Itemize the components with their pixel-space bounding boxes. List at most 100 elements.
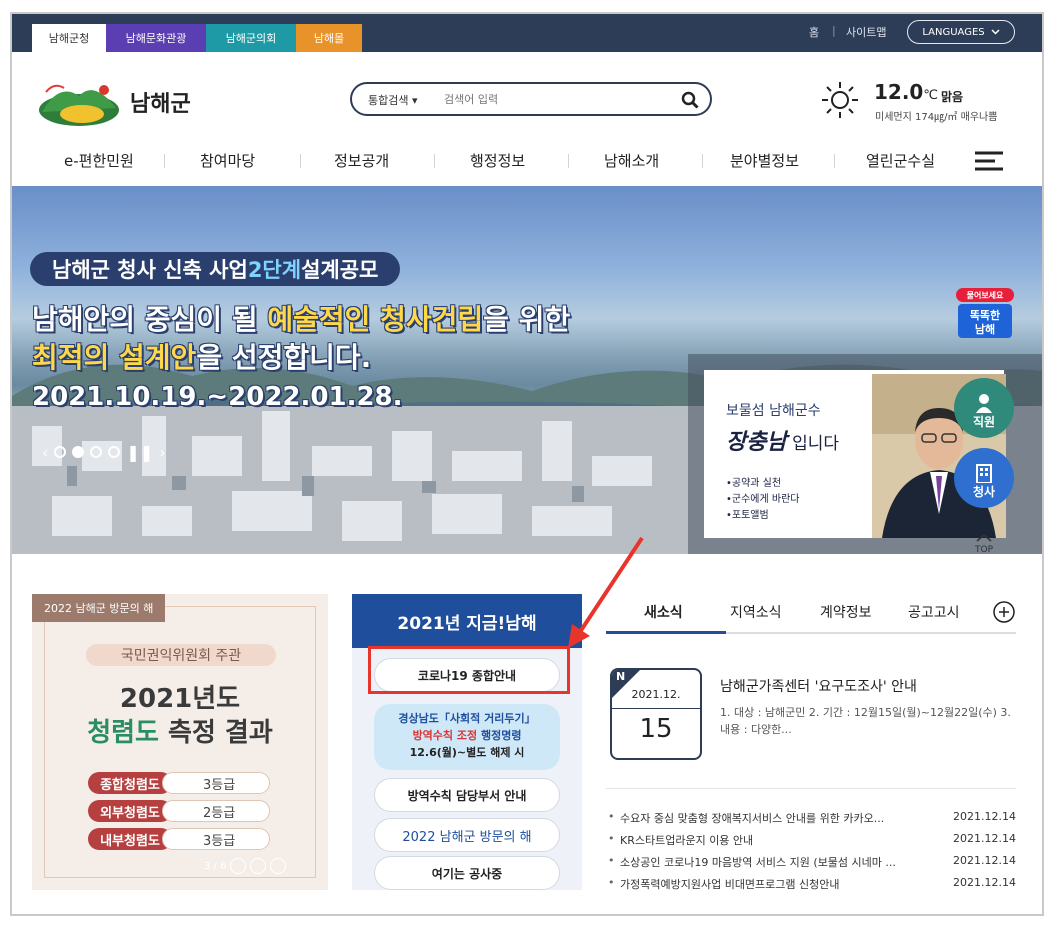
building-icon: [976, 464, 992, 483]
search-box: 통합검색 ▾: [350, 82, 712, 116]
search-scope-select[interactable]: 통합검색 ▾: [368, 92, 418, 108]
slide-dot[interactable]: [54, 446, 67, 458]
slide-dot-active[interactable]: [72, 446, 85, 458]
temperature-unit: ℃: [923, 88, 938, 103]
weather-condition: 맑음: [941, 90, 964, 104]
tab-culture-tourism[interactable]: 남해문화관광: [106, 24, 206, 52]
sitemap-link[interactable]: 사이트맵: [846, 24, 886, 40]
grade-value: 2등급: [162, 800, 270, 822]
visit-year-button[interactable]: 2022 남해군 방문의 해: [374, 818, 560, 852]
now-namhae-title: 2021년 지금!남해: [352, 594, 582, 648]
tab-local-news[interactable]: 지역소식: [730, 602, 782, 622]
prev-icon[interactable]: [250, 858, 267, 874]
featured-year-month: 2021.12.: [631, 688, 681, 701]
list-item[interactable]: • 수요자 중심 맞춤형 장애복지서비스 안내를 위한 카카오... 2021.…: [606, 810, 1016, 828]
grade-name: 외부청렴도: [88, 800, 172, 822]
ask-chatbot-badge[interactable]: 물어보세요 똑똑한 남해: [954, 286, 1016, 340]
banner-title: 청렴도 측정 결과: [32, 712, 328, 749]
link-photo-album[interactable]: •포토앨범: [726, 506, 769, 521]
news-date: 2021.12.14: [953, 810, 1016, 823]
next-arrow-icon[interactable]: ›: [159, 443, 165, 462]
tab-notices[interactable]: 공고고시: [908, 602, 960, 622]
home-link[interactable]: 홈: [809, 24, 819, 40]
nav-field-info[interactable]: 분야별정보: [730, 150, 799, 171]
grade-row: 내부청렴도 3등급: [88, 828, 270, 850]
nav-admin-info[interactable]: 행정정보: [470, 150, 525, 171]
scroll-top-label: TOP: [974, 545, 993, 554]
staff-button[interactable]: 직원: [954, 378, 1014, 438]
languages-dropdown[interactable]: LANGUAGES: [907, 20, 1015, 44]
pause-icon[interactable]: ❚❚: [126, 443, 153, 462]
nav-participation[interactable]: 참여마당: [200, 150, 255, 171]
scroll-top-button[interactable]: TOP: [967, 534, 1001, 554]
link-suggestions[interactable]: •군수에게 바란다: [726, 490, 799, 505]
nav-divider: [834, 154, 835, 168]
chevron-up-icon: [976, 534, 992, 542]
sun-icon: [822, 82, 858, 118]
hero-banner[interactable]: 남해군 청사 신축 사업 2단계 설계공모 남해안의 중심이 될 예술적인 청사…: [12, 186, 1042, 554]
tab-county-council[interactable]: 남해군의회: [206, 24, 296, 52]
search-icon[interactable]: [680, 90, 700, 110]
news-title: 소상공인 코로나19 마음방역 서비스 지원 (보물섬 시네마 ...: [620, 856, 896, 869]
prev-arrow-icon[interactable]: ‹: [42, 443, 48, 462]
nav-divider: [164, 154, 165, 168]
logo-text[interactable]: 남해군: [130, 86, 191, 118]
hero-line2-a: 최적의 설계안: [32, 341, 197, 374]
hero-date: 2021.10.19.~2022.01.28.: [32, 382, 403, 412]
distancing-notice[interactable]: 경상남도「사회적 거리두기」 방역수칙 조정 행정명령 12.6(월)~별도 해…: [374, 704, 560, 770]
pause-icon[interactable]: [230, 858, 247, 874]
hero-line1-a: 남해안의 중심이 될: [32, 303, 268, 336]
list-item[interactable]: • 가정폭력예방지원사업 비대면프로그램 신청안내 2021.12.14: [606, 876, 1016, 894]
hero-pill-title: 남해군 청사 신축 사업 2단계 설계공모: [30, 252, 401, 286]
nav-divider: [702, 154, 703, 168]
slide-dot[interactable]: [108, 446, 121, 458]
hero-pill-highlight: 2단계: [247, 258, 302, 282]
tab-namhae-mall[interactable]: 남해몰: [296, 24, 362, 52]
nav-divider: [300, 154, 301, 168]
more-plus-icon[interactable]: [992, 600, 1016, 624]
dept-info-button[interactable]: 방역수칙 담당부서 안내: [374, 778, 560, 812]
main-nav: e-편한민원 참여마당 정보공개 행정정보 남해소개 분야별정보 열린군수실: [12, 144, 1042, 184]
bullet: •: [608, 810, 615, 823]
next-icon[interactable]: [270, 858, 287, 874]
search-scope-label: 통합검색: [368, 94, 409, 107]
hamburger-menu-icon[interactable]: [975, 150, 1003, 172]
grade-value: 3등급: [162, 828, 270, 850]
temperature: 12.0℃: [874, 80, 938, 104]
now-namhae-panel: 2021년 지금!남해 코로나19 종합안내 경상남도「사회적 거리두기」 방역…: [352, 594, 582, 890]
staff-label: 직원: [972, 415, 996, 429]
bullet: •: [608, 832, 615, 845]
list-item[interactable]: • 소상공인 코로나19 마음방역 서비스 지원 (보물섬 시네마 ... 20…: [606, 854, 1016, 872]
tab-namhae-county[interactable]: 남해군청: [32, 24, 106, 52]
construction-button[interactable]: 여기는 공사중: [374, 856, 560, 890]
banner-year: 2021년도: [119, 684, 241, 714]
grade-row: 외부청렴도 2등급: [88, 800, 270, 822]
list-item[interactable]: • KR스타트업라운지 이용 안내 2021.12.14: [606, 832, 1016, 850]
integrity-banner[interactable]: 2022 남해군 방문의 해 국민권익위원회 주관 2021년도 청렴도 측정 …: [32, 594, 328, 890]
banner-title-green: 청렴도: [87, 718, 159, 748]
notice-line-1: 경상남도「사회적 거리두기」: [398, 712, 536, 725]
nav-mayor-office[interactable]: 열린군수실: [866, 150, 935, 171]
tab-new-news[interactable]: 새소식: [644, 602, 683, 622]
featured-day: 15: [639, 714, 673, 744]
slide-dot[interactable]: [90, 446, 103, 458]
date-divider: [612, 708, 700, 709]
bullet: •: [608, 854, 615, 867]
nav-about-namhae[interactable]: 남해소개: [604, 150, 659, 171]
nav-e-civil[interactable]: e-편한민원: [64, 150, 134, 171]
tab-contract-info[interactable]: 계약정보: [820, 602, 872, 622]
nav-info-disclosure[interactable]: 정보공개: [334, 150, 389, 171]
featured-news-desc: 1. 대상 : 남해군민 2. 기간 : 12월15일(월)~12월22일(수)…: [720, 706, 1011, 736]
search-input[interactable]: [444, 89, 674, 109]
temperature-value: 12.0: [874, 80, 924, 104]
utility-bar: 남해군청 남해문화관광 남해군의회 남해몰 홈 | 사이트맵 LANGUAGES: [12, 14, 1042, 52]
office-label: 청사: [972, 485, 996, 499]
featured-news-title[interactable]: 남해군가족센터 '요구도조사' 안내: [720, 676, 917, 696]
list-divider: [606, 788, 1016, 789]
link-pledges[interactable]: •공약과 실천: [726, 474, 781, 489]
bullet: •: [608, 876, 615, 889]
languages-label: LANGUAGES: [922, 26, 985, 38]
chevron-down-icon: [991, 29, 1000, 35]
office-button[interactable]: 청사: [954, 448, 1014, 508]
notice-line-2: 방역수칙 조정 행정명령: [374, 727, 560, 744]
